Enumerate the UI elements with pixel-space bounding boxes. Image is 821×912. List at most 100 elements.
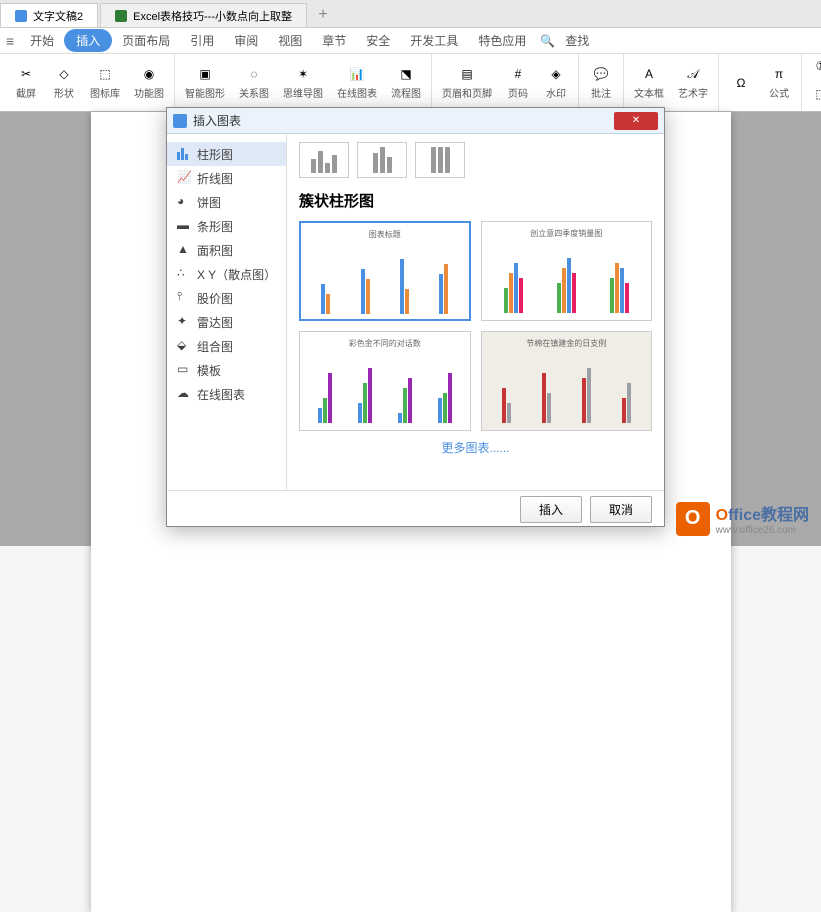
close-button[interactable]: ✕ (614, 112, 658, 130)
document-tab[interactable]: 文字文稿2 (0, 3, 98, 27)
area-chart-icon: ▲ (177, 244, 191, 256)
search-label[interactable]: 查找 (555, 28, 599, 53)
pagenum-icon: # (509, 65, 527, 83)
stock-chart-icon: ⫯ (177, 292, 191, 304)
smartshape-button[interactable]: ▣智能图形 (181, 63, 229, 102)
watermark-button[interactable]: ◈水印 (540, 63, 572, 102)
line-chart-icon: 📈 (177, 172, 191, 184)
sidebar-item-template[interactable]: ▭模板 (167, 358, 286, 382)
smartart-button[interactable]: ◉功能图 (130, 63, 168, 102)
ribbon-group: ▣智能图形 ◌关系图 ✶思维导图 📊在线图表 ⬔流程图 (175, 54, 432, 111)
object-icon: ⬚ (812, 85, 821, 103)
sidebar-item-pie[interactable]: ◕饼图 (167, 190, 286, 214)
preview-bars (488, 353, 646, 423)
menu-bar: ≡ 开始 插入 页面布局 引用 审阅 视图 章节 安全 开发工具 特色应用 🔍 … (0, 28, 821, 54)
equation-icon: π (770, 65, 788, 83)
mindmap-button[interactable]: ✶思维导图 (279, 63, 327, 102)
sidebar-item-radar[interactable]: ✦雷达图 (167, 310, 286, 334)
document-tab[interactable]: Excel表格技巧---小数点向上取整 (100, 3, 307, 27)
comment-icon: 💬 (592, 65, 610, 83)
wordart-button[interactable]: 𝒜艺术字 (674, 63, 712, 102)
app-menu-icon[interactable]: ≡ (6, 33, 14, 49)
tab-label: 文字文稿2 (33, 8, 83, 24)
combo-chart-icon: ⬙ (177, 340, 191, 352)
symbol-button[interactable]: Ω (725, 72, 757, 94)
dialog-content: 簇状柱形图 图表标题 创立意四季度销量图 (287, 134, 664, 490)
pie-chart-icon: ◕ (177, 196, 191, 208)
onlinechart-button[interactable]: 📊在线图表 (333, 63, 381, 102)
new-tab-button[interactable]: + (309, 3, 337, 27)
chart-preview[interactable]: 节棉在镇建金的日支例 (481, 331, 653, 431)
document-tabs-bar: 文字文稿2 Excel表格技巧---小数点向上取整 + (0, 0, 821, 28)
relation-button[interactable]: ◌关系图 (235, 63, 273, 102)
chart-subtype-row (299, 142, 652, 178)
menu-insert[interactable]: 插入 (64, 29, 112, 52)
ribbon-group: ①插入数字 ⬚对象 📅日期 A̲首字下沉 📎插入附件 ▦文档部件 (802, 55, 821, 111)
onlinechart-icon: 📊 (348, 65, 366, 83)
doc-icon (15, 10, 27, 22)
sidebar-item-area[interactable]: ▲面积图 (167, 238, 286, 262)
radar-chart-icon: ✦ (177, 316, 191, 328)
menu-chapter[interactable]: 章节 (312, 28, 356, 53)
template-icon: ▭ (177, 364, 191, 376)
menu-layout[interactable]: 页面布局 (112, 28, 180, 53)
textbox-button[interactable]: A文本框 (630, 63, 668, 102)
column-chart-icon (177, 148, 191, 160)
crop-icon: ✂ (17, 65, 35, 83)
flowchart-button[interactable]: ⬔流程图 (387, 63, 425, 102)
shapes-icon: ◇ (55, 65, 73, 83)
sidebar-item-column[interactable]: 柱形图 (167, 142, 286, 166)
search-icon[interactable]: 🔍 (540, 34, 555, 48)
insert-button[interactable]: 插入 (520, 496, 582, 523)
sidebar-item-online[interactable]: ☁在线图表 (167, 382, 286, 406)
dialog-body: 柱形图 📈折线图 ◕饼图 ▬条形图 ▲面积图 ∴X Y（散点图） ⫯股价图 ✦雷… (167, 134, 664, 490)
more-charts-link[interactable]: 更多图表...... (299, 431, 652, 464)
menu-security[interactable]: 安全 (356, 28, 400, 53)
number-button[interactable]: ①插入数字 (808, 55, 821, 77)
doc-icon (115, 10, 127, 22)
sidebar-item-combo[interactable]: ⬙组合图 (167, 334, 286, 358)
sidebar-item-stock[interactable]: ⫯股价图 (167, 286, 286, 310)
object-button[interactable]: ⬚对象 (808, 83, 821, 105)
chart-preview[interactable]: 创立意四季度销量图 (481, 221, 653, 321)
subtype-percent[interactable] (415, 142, 465, 178)
chart-preview-grid: 图表标题 创立意四季度销量图 (299, 221, 652, 431)
sidebar-item-line[interactable]: 📈折线图 (167, 166, 286, 190)
dialog-titlebar[interactable]: 插入图表 ✕ (167, 108, 664, 134)
comment-button[interactable]: 💬批注 (585, 63, 617, 102)
menu-home[interactable]: 开始 (20, 28, 64, 53)
smartshape-icon: ▣ (196, 65, 214, 83)
ribbon-group: Ω π公式 (719, 54, 802, 111)
header-button[interactable]: ▤页眉和页脚 (438, 63, 496, 102)
watermark-url: www.office26.com (716, 525, 809, 536)
insert-chart-dialog: 插入图表 ✕ 柱形图 📈折线图 ◕饼图 ▬条形图 ▲面积图 ∴X Y（散点图） … (166, 107, 665, 527)
ribbon-group: 💬批注 (579, 54, 624, 111)
menu-view[interactable]: 视图 (268, 28, 312, 53)
shapes-button[interactable]: ◇形状 (48, 63, 80, 102)
screenshot-button[interactable]: ✂截屏 (10, 63, 42, 102)
chart-preview[interactable]: 彩色金不同的对话数 (299, 331, 471, 431)
iconlib-button[interactable]: ⬚图标库 (86, 63, 124, 102)
symbol-icon: Ω (732, 74, 750, 92)
chart-preview[interactable]: 图表标题 (299, 221, 471, 321)
subtype-stacked[interactable] (357, 142, 407, 178)
smartart-icon: ◉ (140, 65, 158, 83)
sidebar-item-scatter[interactable]: ∴X Y（散点图） (167, 262, 286, 286)
pagenum-button[interactable]: #页码 (502, 63, 534, 102)
ribbon: ✂截屏 ◇形状 ⬚图标库 ◉功能图 ▣智能图形 ◌关系图 ✶思维导图 📊在线图表… (0, 54, 821, 112)
watermark: O Office教程网 www.office26.com (676, 501, 809, 536)
online-chart-icon: ☁ (177, 388, 191, 400)
bar-chart-icon: ▬ (177, 220, 191, 232)
equation-button[interactable]: π公式 (763, 63, 795, 102)
relation-icon: ◌ (245, 65, 263, 83)
tab-label: Excel表格技巧---小数点向上取整 (133, 8, 292, 24)
textbox-icon: A (640, 65, 658, 83)
menu-devtools[interactable]: 开发工具 (400, 28, 468, 53)
sidebar-item-bar[interactable]: ▬条形图 (167, 214, 286, 238)
menu-references[interactable]: 引用 (180, 28, 224, 53)
cancel-button[interactable]: 取消 (590, 496, 652, 523)
preview-bars (488, 243, 646, 313)
menu-featured[interactable]: 特色应用 (468, 28, 536, 53)
subtype-clustered[interactable] (299, 142, 349, 178)
menu-review[interactable]: 审阅 (224, 28, 268, 53)
